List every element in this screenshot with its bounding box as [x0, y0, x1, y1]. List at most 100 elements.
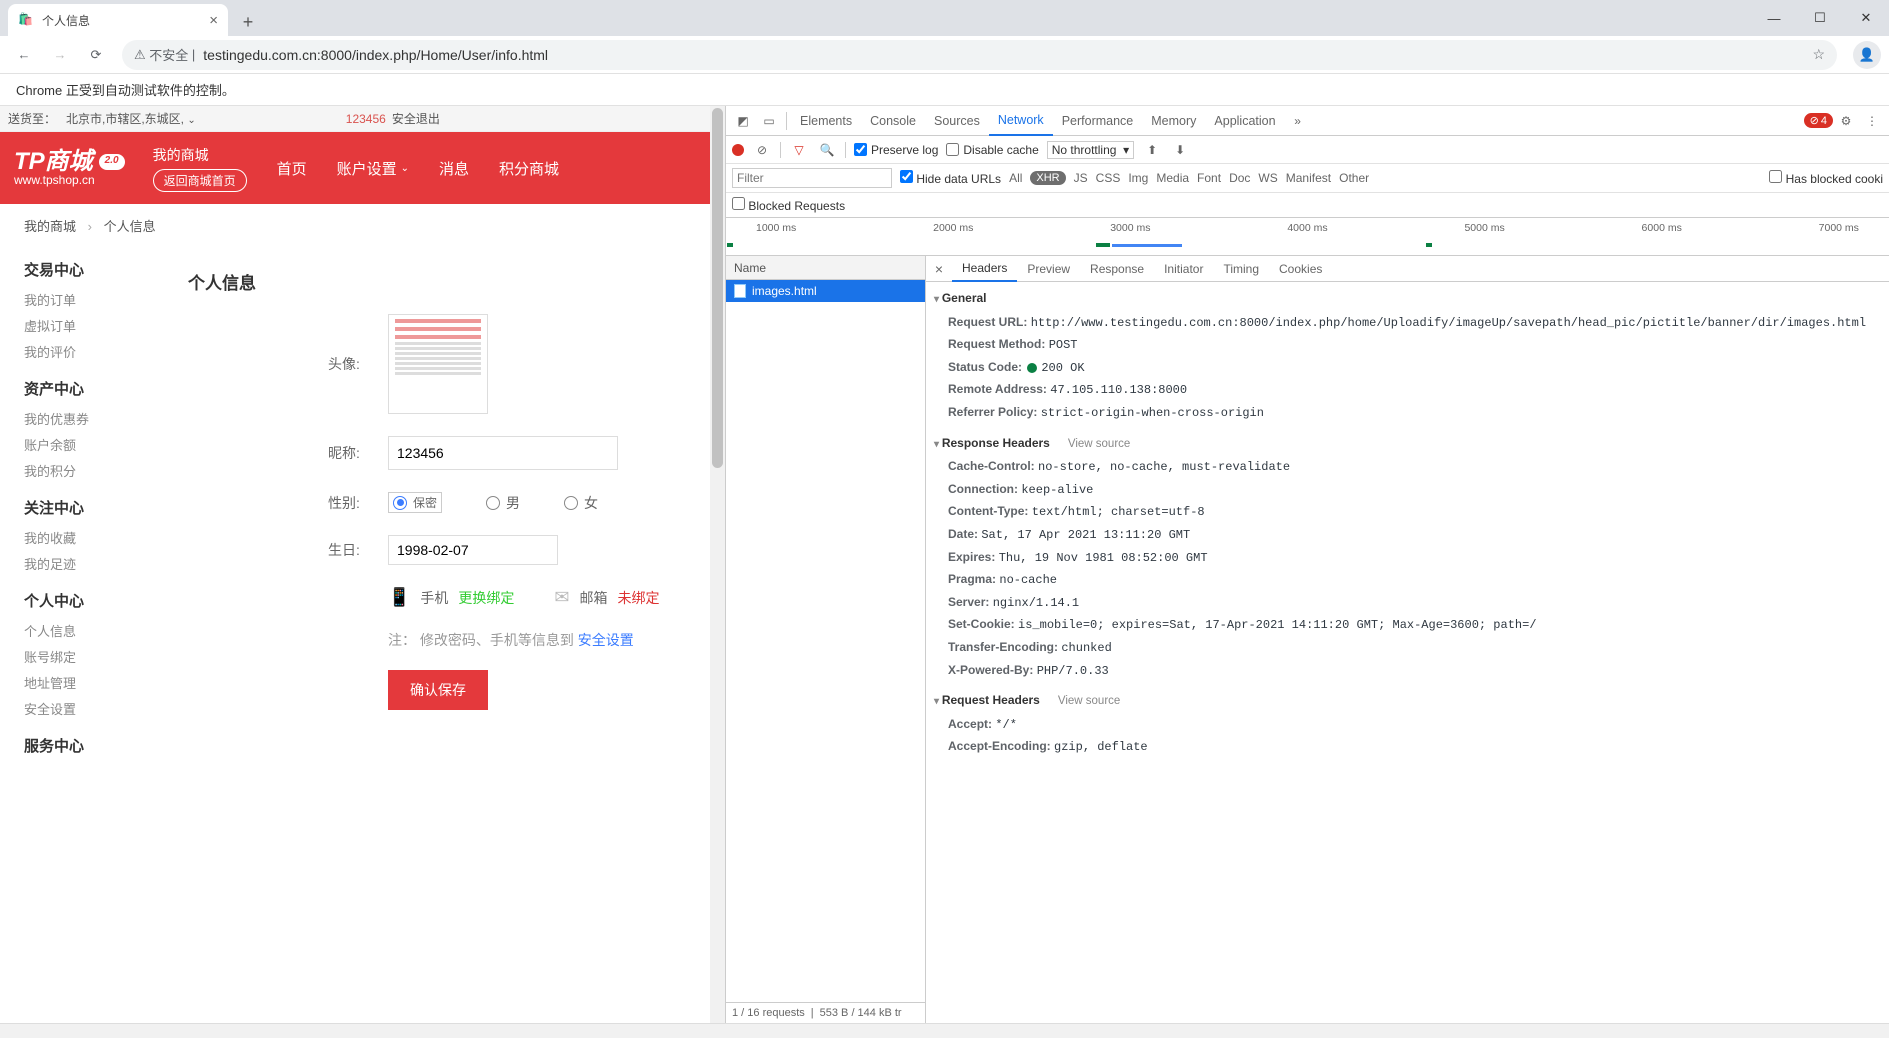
page-horizontal-scrollbar[interactable] — [0, 1023, 1889, 1038]
network-timeline[interactable]: 1000 ms 2000 ms 3000 ms 4000 ms 5000 ms … — [726, 218, 1889, 256]
preserve-log-checkbox[interactable]: Preserve log — [854, 143, 938, 157]
throttling-select[interactable]: No throttling ▾ — [1047, 141, 1134, 159]
profile-avatar-icon[interactable]: 👤 — [1853, 41, 1881, 69]
nav-points[interactable]: 积分商城 — [499, 158, 559, 179]
upload-icon[interactable]: ⬆ — [1142, 143, 1162, 157]
close-tab-icon[interactable]: × — [209, 12, 218, 29]
nav-messages[interactable]: 消息 — [439, 158, 469, 179]
filter-manifest[interactable]: Manifest — [1286, 171, 1331, 185]
detail-tab-timing[interactable]: Timing — [1213, 256, 1269, 282]
tab-application[interactable]: Application — [1205, 106, 1284, 136]
tab-memory[interactable]: Memory — [1142, 106, 1205, 136]
filter-input[interactable] — [732, 168, 892, 188]
filter-xhr[interactable]: XHR — [1030, 171, 1065, 185]
gender-radio-secret[interactable]: 保密 — [388, 492, 442, 513]
gender-radio-male[interactable]: 男 — [486, 493, 520, 513]
bookmark-icon[interactable]: ☆ — [1812, 46, 1825, 63]
section-request-headers[interactable]: Request HeadersView source — [926, 688, 1889, 714]
filter-media[interactable]: Media — [1156, 171, 1189, 185]
security-settings-link[interactable]: 安全设置 — [578, 632, 634, 648]
nav-profile[interactable]: 个人信息 — [24, 619, 164, 645]
nav-favorites[interactable]: 我的收藏 — [24, 526, 164, 552]
avatar-image[interactable] — [388, 314, 488, 414]
request-list-header[interactable]: Name — [726, 256, 925, 280]
close-detail-icon[interactable]: × — [926, 261, 952, 277]
filter-ws[interactable]: WS — [1258, 171, 1277, 185]
not-secure-icon: ⚠ 不安全 | — [134, 45, 195, 64]
blocked-cookies-checkbox[interactable]: Has blocked cooki — [1769, 170, 1883, 186]
nav-address[interactable]: 地址管理 — [24, 671, 164, 697]
request-item-images[interactable]: images.html — [726, 280, 925, 302]
email-unbound-link[interactable]: 未绑定 — [618, 588, 660, 608]
nav-virtual-orders[interactable]: 虚拟订单 — [24, 314, 164, 340]
tab-network[interactable]: Network — [989, 106, 1053, 136]
clear-icon[interactable]: ⊘ — [752, 143, 772, 157]
nav-account-bind[interactable]: 账号绑定 — [24, 645, 164, 671]
nav-footprints[interactable]: 我的足迹 — [24, 552, 164, 578]
close-window-button[interactable]: ✕ — [1843, 0, 1889, 36]
nickname-input[interactable] — [388, 436, 618, 470]
detail-tab-headers[interactable]: Headers — [952, 256, 1017, 282]
filter-icon[interactable]: ▽ — [789, 143, 809, 157]
site-logo[interactable]: TP商城2.0 www.tpshop.cn — [0, 149, 139, 187]
detail-tab-initiator[interactable]: Initiator — [1154, 256, 1213, 282]
tab-performance[interactable]: Performance — [1053, 106, 1143, 136]
address-bar[interactable]: ⚠ 不安全 | testingedu.com.cn:8000/index.php… — [122, 40, 1837, 70]
save-button[interactable]: 确认保存 — [388, 670, 488, 710]
nav-home[interactable]: 首页 — [277, 158, 307, 179]
filter-css[interactable]: CSS — [1096, 171, 1121, 185]
nav-balance[interactable]: 账户余额 — [24, 433, 164, 459]
settings-gear-icon[interactable]: ⚙ — [1833, 108, 1859, 134]
view-source-link[interactable]: View source — [1068, 438, 1130, 450]
view-source-link[interactable]: View source — [1058, 695, 1120, 707]
page-vertical-scrollbar[interactable] — [710, 106, 725, 1023]
more-tabs-icon[interactable]: » — [1285, 108, 1311, 134]
nav-my-reviews[interactable]: 我的评价 — [24, 340, 164, 366]
tab-sources[interactable]: Sources — [925, 106, 989, 136]
filter-other[interactable]: Other — [1339, 171, 1369, 185]
kebab-menu-icon[interactable]: ⋮ — [1859, 108, 1885, 134]
new-tab-button[interactable]: + — [234, 8, 262, 36]
detail-tab-response[interactable]: Response — [1080, 256, 1154, 282]
phone-rebind-link[interactable]: 更换绑定 — [458, 588, 514, 608]
nav-security[interactable]: 安全设置 — [24, 697, 164, 723]
filter-js[interactable]: JS — [1074, 171, 1088, 185]
headers-pane[interactable]: General Request URL: http://www.testinge… — [926, 282, 1889, 1023]
filter-all[interactable]: All — [1009, 171, 1022, 185]
hide-data-urls-checkbox[interactable]: Hide data URLs — [900, 170, 1001, 186]
search-icon[interactable]: 🔍 — [817, 143, 837, 157]
error-badge[interactable]: 4 — [1804, 113, 1833, 128]
reload-button[interactable]: ⟳ — [80, 39, 112, 71]
topbar-username[interactable]: 123456 — [346, 112, 386, 126]
maximize-button[interactable]: ☐ — [1797, 0, 1843, 36]
back-button[interactable]: ← — [8, 39, 40, 71]
download-icon[interactable]: ⬇ — [1170, 143, 1190, 157]
section-general[interactable]: General — [926, 286, 1889, 312]
nav-my-orders[interactable]: 我的订单 — [24, 288, 164, 314]
forward-button[interactable]: → — [44, 39, 76, 71]
nav-points[interactable]: 我的积分 — [24, 459, 164, 485]
birthday-input[interactable] — [388, 535, 558, 565]
nav-account[interactable]: 账户设置 ⌄ — [337, 158, 409, 179]
gender-radio-female[interactable]: 女 — [564, 493, 598, 513]
detail-tab-preview[interactable]: Preview — [1017, 256, 1080, 282]
return-home-button[interactable]: 返回商城首页 — [153, 169, 247, 192]
blocked-requests-checkbox[interactable]: Blocked Requests — [732, 199, 845, 213]
filter-doc[interactable]: Doc — [1229, 171, 1250, 185]
inspect-element-icon[interactable]: ◩ — [730, 108, 756, 134]
device-toggle-icon[interactable]: ▭ — [756, 108, 782, 134]
record-icon[interactable] — [732, 144, 744, 156]
tab-elements[interactable]: Elements — [791, 106, 861, 136]
disable-cache-checkbox[interactable]: Disable cache — [946, 143, 1038, 157]
section-response-headers[interactable]: Response HeadersView source — [926, 431, 1889, 457]
detail-tab-cookies[interactable]: Cookies — [1269, 256, 1332, 282]
tab-console[interactable]: Console — [861, 106, 925, 136]
minimize-button[interactable]: — — [1751, 0, 1797, 36]
browser-tab[interactable]: 🛍️ 个人信息 × — [8, 4, 228, 36]
ship-location[interactable]: 北京市,市辖区,东城区, ⌄ — [66, 110, 196, 127]
crumb-root[interactable]: 我的商城 — [24, 219, 76, 234]
filter-font[interactable]: Font — [1197, 171, 1221, 185]
logout-link[interactable]: 安全退出 — [392, 110, 440, 127]
filter-img[interactable]: Img — [1128, 171, 1148, 185]
nav-coupons[interactable]: 我的优惠券 — [24, 407, 164, 433]
